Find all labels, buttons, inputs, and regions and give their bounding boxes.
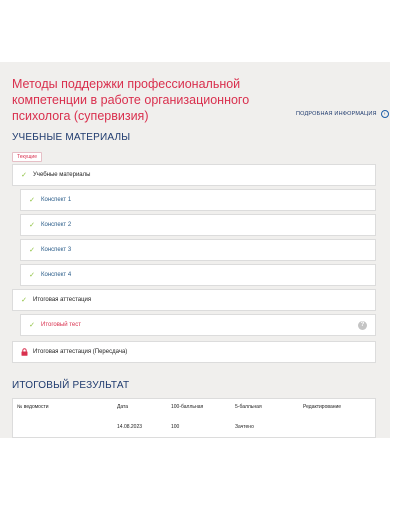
list-item-final-assessment[interactable]: ✓ Итоговая аттестация (12, 289, 376, 311)
results-table: № ведомости Дата 100-балльная 5-балльная… (12, 398, 376, 438)
results-heading: ИТОГОВЫЙ РЕЗУЛЬТАТ (12, 380, 130, 391)
chevron-right-icon: › (380, 110, 389, 118)
help-icon[interactable]: ? (358, 321, 367, 330)
table-cell-date: 14.08.2023 (117, 424, 143, 430)
column-header: Редактирование (303, 404, 342, 410)
list-item-label: Итоговый тест (41, 322, 82, 328)
check-icon: ✓ (29, 322, 35, 329)
current-badge[interactable]: Текущие (12, 152, 42, 162)
course-title: Методы поддержки профессиональной компет… (12, 77, 250, 123)
list-item-label: Конспект 4 (41, 272, 72, 278)
list-item-summary-3[interactable]: ✓ Конспект 3 (20, 239, 376, 261)
check-icon: ✓ (21, 172, 27, 179)
list-item-label: Итоговая аттестация (Пересдача) (33, 349, 128, 355)
check-icon: ✓ (29, 222, 35, 229)
check-icon: ✓ (29, 197, 35, 204)
list-item-final-test[interactable]: ✓ Итоговый тест ? (20, 314, 376, 336)
list-item-label: Конспект 3 (41, 247, 72, 253)
check-icon: ✓ (21, 297, 27, 304)
table-cell-score-100: 100 (171, 424, 180, 430)
column-header: 5-балльная (235, 404, 262, 410)
list-item-materials[interactable]: ✓ Учебные материалы (12, 164, 376, 186)
list-item-label: Конспект 2 (41, 222, 72, 228)
course-panel: Методы поддержки профессиональной компет… (0, 62, 390, 438)
list-item-final-retake[interactable]: Итоговая аттестация (Пересдача) (12, 341, 376, 363)
list-item-label: Итоговая аттестация (33, 297, 92, 303)
list-item-summary-4[interactable]: ✓ Конспект 4 (20, 264, 376, 286)
list-item-summary-2[interactable]: ✓ Конспект 2 (20, 214, 376, 236)
details-link[interactable]: ПОДРОБНАЯ ИНФОРМАЦИЯ › (296, 110, 389, 118)
column-header: № ведомости (17, 404, 49, 410)
column-header: 100-балльная (171, 404, 204, 410)
list-item-summary-1[interactable]: ✓ Конспект 1 (20, 189, 376, 211)
column-header: Дата (117, 404, 129, 410)
list-item-label: Учебные материалы (33, 172, 91, 178)
check-icon: ✓ (29, 272, 35, 279)
details-link-label: ПОДРОБНАЯ ИНФОРМАЦИЯ (296, 111, 377, 117)
list-item-label: Конспект 1 (41, 197, 72, 203)
lock-icon (19, 348, 29, 356)
table-cell-score-5: Зачтено (235, 424, 254, 430)
check-icon: ✓ (29, 247, 35, 254)
materials-heading: УЧЕБНЫЕ МАТЕРИАЛЫ (12, 132, 131, 143)
